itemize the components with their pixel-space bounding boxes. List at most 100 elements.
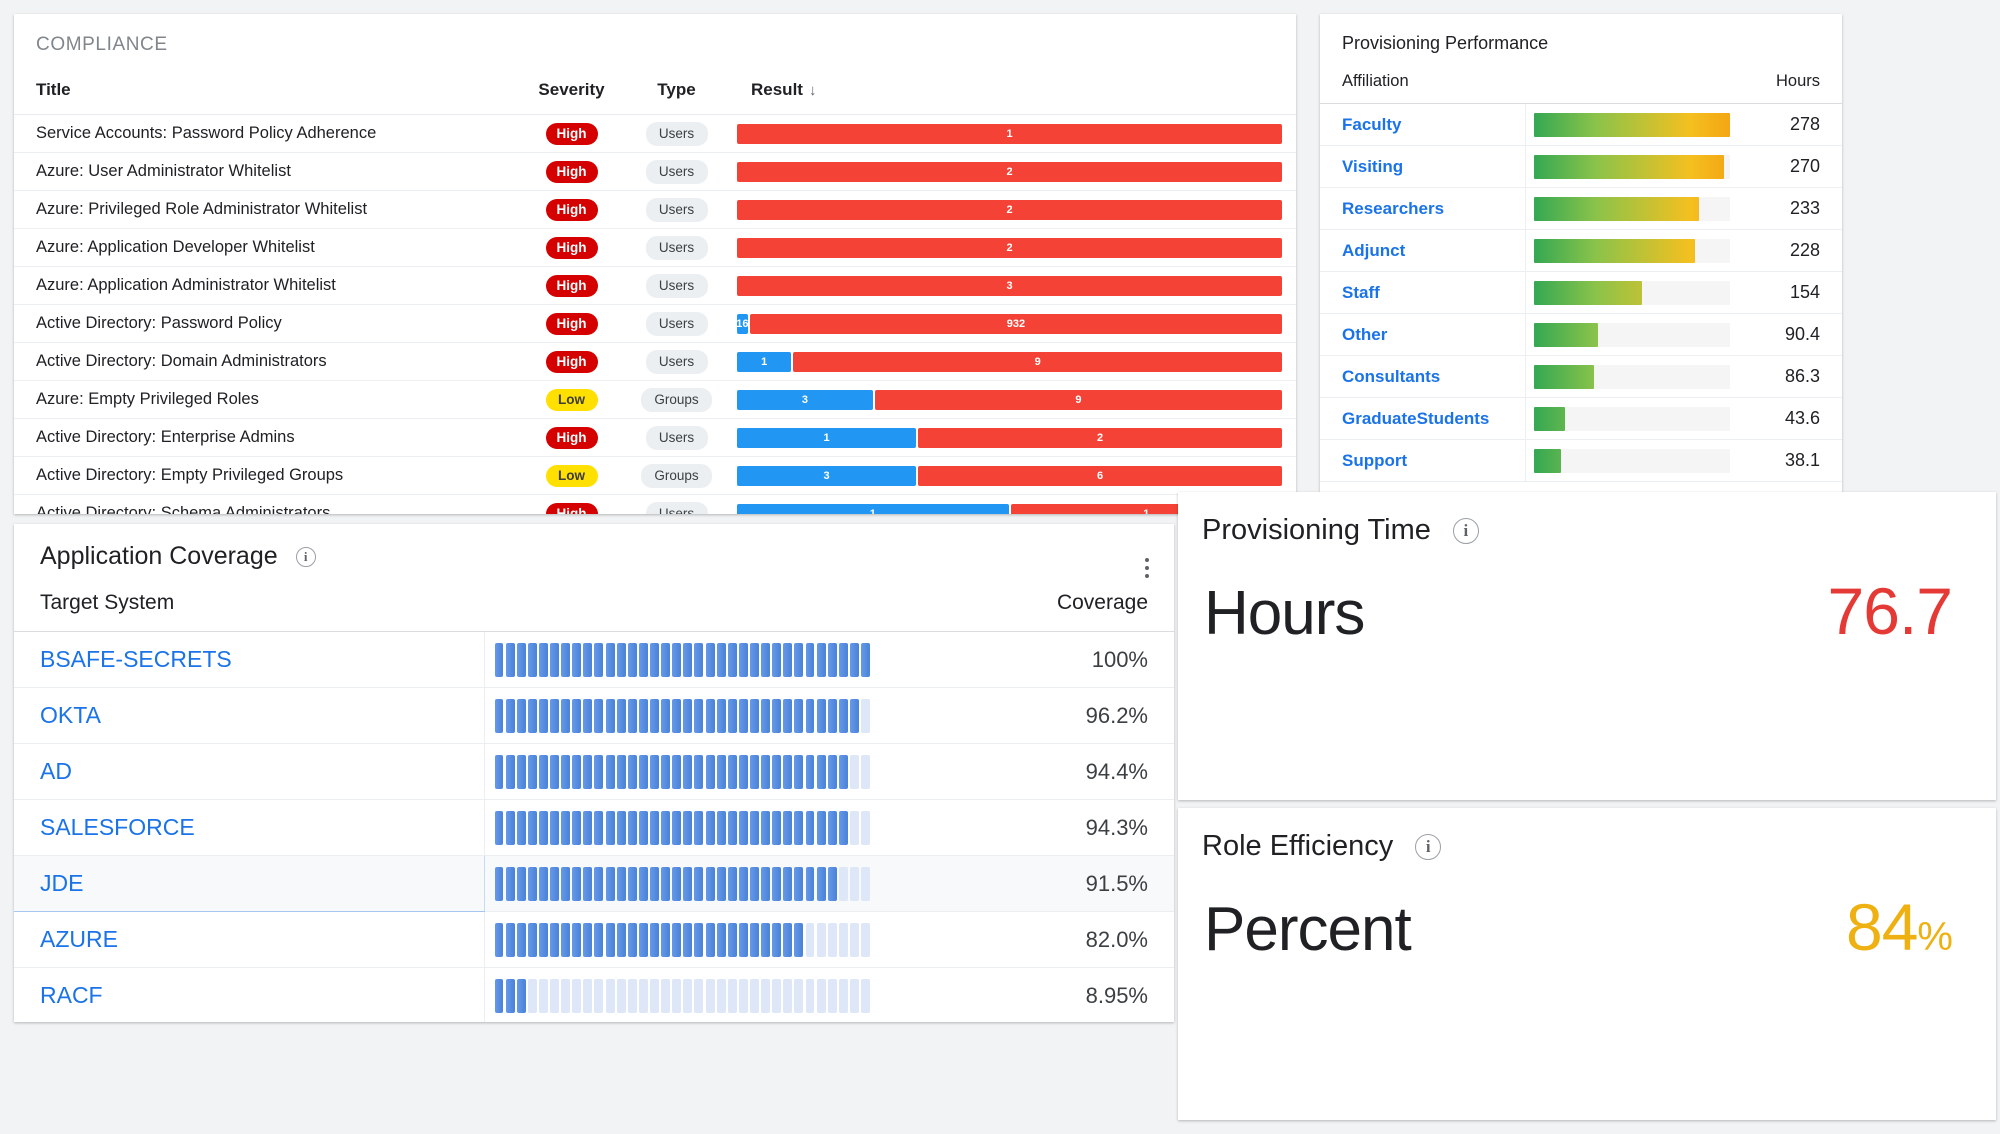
- coverage-tick: [794, 978, 804, 1013]
- coverage-tick: [494, 866, 504, 901]
- coverage-tick: [572, 642, 582, 677]
- cell-severity: High: [519, 190, 624, 229]
- coverage-tick: [561, 810, 571, 845]
- cell-type: Users: [624, 228, 729, 267]
- table-row[interactable]: AD 94.4%: [14, 743, 1174, 800]
- column-header-coverage[interactable]: Coverage: [884, 585, 1174, 632]
- table-row[interactable]: Researchers 233: [1320, 187, 1842, 230]
- coverage-tick: [727, 698, 737, 733]
- cell-type: Users: [624, 114, 729, 153]
- coverage-tick: [705, 754, 715, 789]
- cell-affiliation[interactable]: Visiting: [1320, 145, 1525, 188]
- result-bar: 3: [737, 275, 1282, 296]
- cell-gradient-bar: [1524, 397, 1740, 440]
- coverage-tick: [527, 754, 537, 789]
- cell-target-system[interactable]: AZURE: [14, 911, 484, 968]
- table-row[interactable]: RACF 8.95%: [14, 967, 1174, 1022]
- coverage-tick: [705, 698, 715, 733]
- coverage-tick: [572, 810, 582, 845]
- coverage-tick: [783, 642, 793, 677]
- column-header-result[interactable]: Result ↓: [729, 74, 1296, 115]
- column-header-target-system[interactable]: Target System: [14, 585, 484, 632]
- cell-coverage-value: 94.3%: [884, 799, 1174, 856]
- table-row[interactable]: Azure: Application Developer Whitelist Hi…: [14, 228, 1296, 267]
- table-row[interactable]: Adjunct 228: [1320, 229, 1842, 272]
- table-row[interactable]: Azure: User Administrator Whitelist High U…: [14, 152, 1296, 191]
- table-row[interactable]: BSAFE-SECRETS 100%: [14, 631, 1174, 688]
- cell-affiliation[interactable]: Support: [1320, 439, 1525, 482]
- coverage-tick: [794, 754, 804, 789]
- table-row[interactable]: SALESFORCE 94.3%: [14, 799, 1174, 856]
- table-row[interactable]: Support 38.1: [1320, 439, 1842, 482]
- coverage-header-row: Target System Coverage: [14, 585, 1174, 632]
- cell-target-system[interactable]: OKTA: [14, 687, 484, 744]
- role-efficiency-title: Role Efficiency: [1202, 830, 1394, 862]
- cell-target-system[interactable]: JDE: [14, 855, 485, 912]
- cell-target-system[interactable]: BSAFE-SECRETS: [14, 631, 484, 688]
- cell-gradient-bar: [1524, 271, 1740, 314]
- coverage-tick: [505, 642, 515, 677]
- cell-target-system[interactable]: RACF: [14, 967, 484, 1022]
- cell-title: Active Directory: Schema Administrators: [14, 494, 519, 514]
- column-header-hours[interactable]: Hours: [1740, 68, 1842, 104]
- table-row[interactable]: Azure: Empty Privileged Roles Low Groups 3 9: [14, 380, 1296, 419]
- coverage-tick: [750, 754, 759, 789]
- table-row[interactable]: Consultants 86.3: [1320, 355, 1842, 398]
- table-row[interactable]: Azure: Privileged Role Administrator Whi…: [14, 190, 1296, 229]
- table-row[interactable]: Visiting 270: [1320, 145, 1842, 188]
- table-row[interactable]: AZURE 82.0%: [14, 911, 1174, 968]
- coverage-tick: [583, 642, 593, 677]
- info-icon[interactable]: i: [1452, 517, 1479, 544]
- table-row[interactable]: Faculty 278: [1320, 103, 1842, 146]
- table-row[interactable]: Active Directory: Password Policy High Use…: [14, 304, 1296, 343]
- bar-track: [1533, 280, 1730, 305]
- coverage-tick: [627, 642, 637, 677]
- cell-affiliation[interactable]: Other: [1320, 313, 1525, 356]
- column-header-title[interactable]: Title: [14, 74, 519, 115]
- coverage-tick: [761, 978, 771, 1013]
- table-row[interactable]: Active Directory: Enterprise Admins High U…: [14, 418, 1296, 457]
- table-row[interactable]: Active Directory: Domain Administrators H…: [14, 342, 1296, 381]
- table-row[interactable]: GraduateStudents 43.6: [1320, 397, 1842, 440]
- info-icon[interactable]: i: [295, 546, 316, 567]
- table-row[interactable]: Other 90.4: [1320, 313, 1842, 356]
- table-row[interactable]: Active Directory: Schema Administrators H…: [14, 494, 1296, 514]
- column-header-affiliation[interactable]: Affiliation: [1320, 68, 1525, 104]
- coverage-tick: [594, 978, 604, 1013]
- coverage-tick: [650, 642, 659, 677]
- cell-type: Users: [624, 190, 729, 229]
- coverage-tick: [738, 922, 748, 957]
- coverage-tick: [750, 922, 759, 957]
- table-row[interactable]: Azure: Application Administrator Whiteli…: [14, 266, 1296, 305]
- cell-affiliation[interactable]: Consultants: [1320, 355, 1525, 398]
- cell-affiliation[interactable]: Researchers: [1320, 187, 1525, 230]
- cell-type: Users: [624, 152, 729, 191]
- coverage-tick: [838, 642, 848, 677]
- cell-affiliation[interactable]: Staff: [1320, 271, 1525, 314]
- table-row[interactable]: Active Directory: Empty Privileged Group…: [14, 456, 1296, 495]
- cell-affiliation[interactable]: GraduateStudents: [1320, 397, 1525, 440]
- cell-target-system[interactable]: AD: [14, 743, 484, 800]
- coverage-tick: [527, 922, 537, 957]
- coverage-tick: [561, 978, 571, 1013]
- cell-hours: 270: [1740, 145, 1842, 188]
- coverage-tick: [772, 866, 782, 901]
- bar-track: [1533, 406, 1730, 431]
- table-row[interactable]: Staff 154: [1320, 271, 1842, 314]
- column-header-severity[interactable]: Severity: [519, 74, 624, 115]
- coverage-tick: [727, 754, 737, 789]
- coverage-tick: [672, 922, 682, 957]
- table-row[interactable]: JDE 91.5%: [14, 855, 1174, 912]
- kebab-menu-icon[interactable]: [1134, 548, 1160, 588]
- cell-affiliation[interactable]: Adjunct: [1320, 229, 1525, 272]
- info-icon[interactable]: i: [1415, 833, 1442, 860]
- coverage-tick: [650, 698, 659, 733]
- table-row[interactable]: Service Accounts: Password Policy Adhere…: [14, 114, 1296, 153]
- column-header-type[interactable]: Type: [624, 74, 729, 115]
- table-row[interactable]: OKTA 96.2%: [14, 687, 1174, 744]
- coverage-tick: [838, 978, 848, 1013]
- cell-target-system[interactable]: SALESFORCE: [14, 799, 484, 856]
- cell-title: Active Directory: Domain Administrators: [14, 342, 519, 381]
- coverage-tick: [616, 922, 626, 957]
- cell-affiliation[interactable]: Faculty: [1320, 103, 1525, 146]
